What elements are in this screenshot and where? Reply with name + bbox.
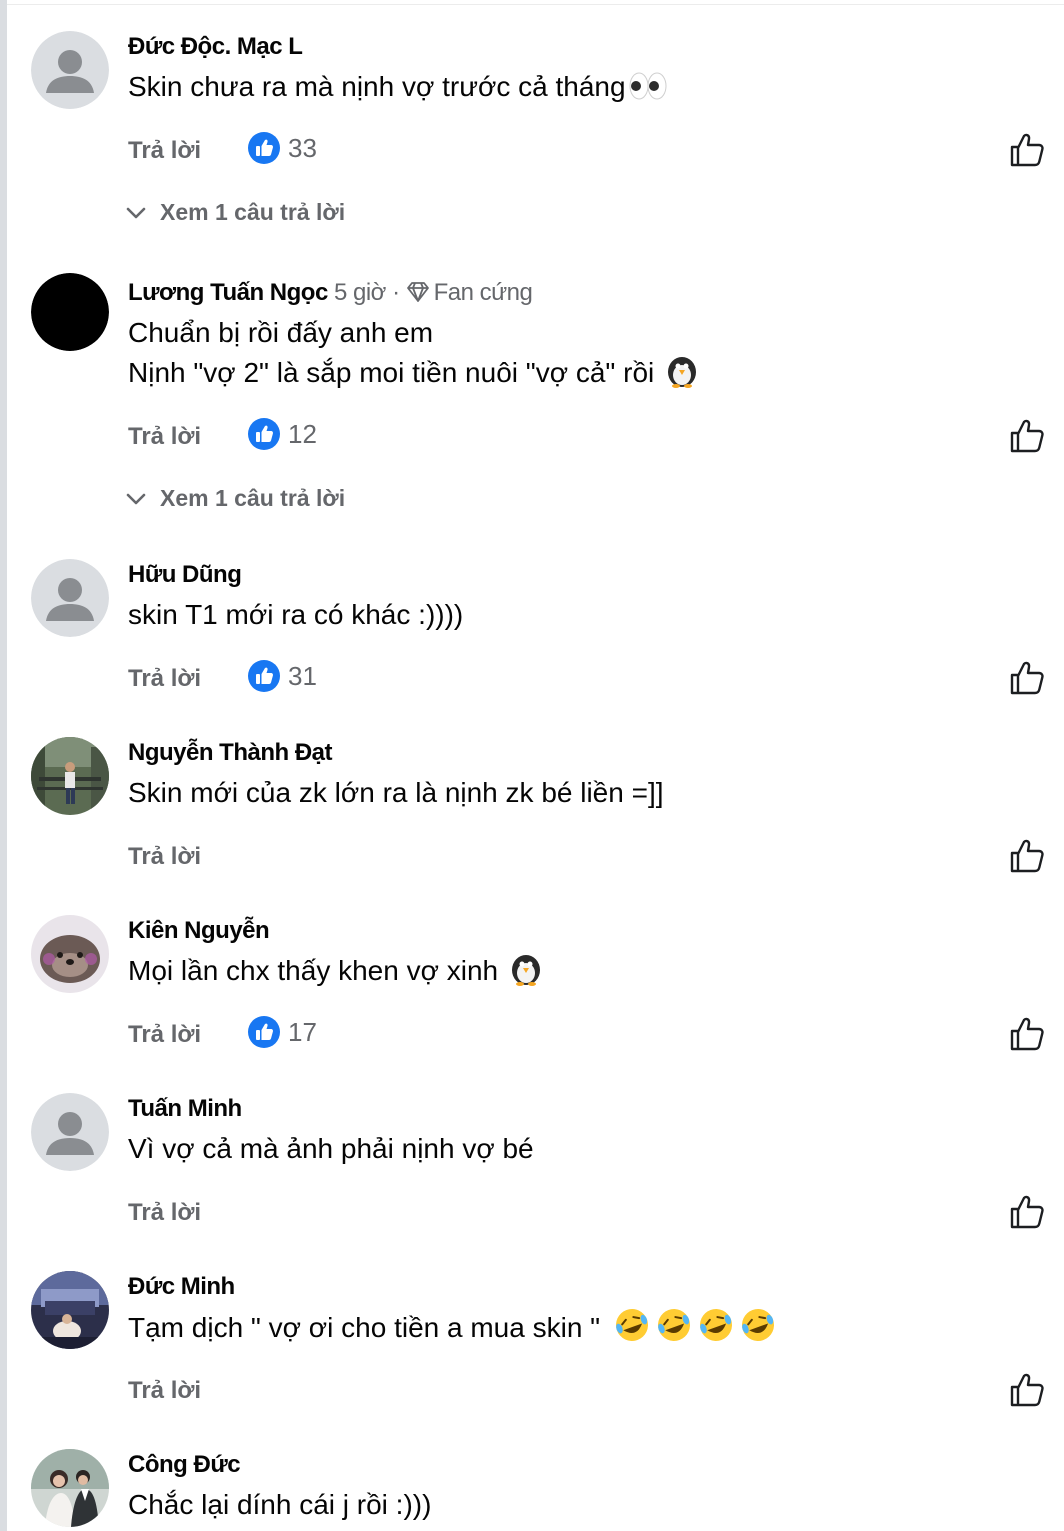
comment-text: Chắc lại dính cái j rồi :))) bbox=[128, 1489, 432, 1520]
comment-item: Công Đức Chắc lại dính cái j rồi :))) bbox=[0, 0, 1064, 1531]
photo-avatar-couple bbox=[31, 1449, 109, 1527]
comment-section: Đức Độc. Mạc L Skin chưa ra mà nịnh vợ t… bbox=[0, 0, 1064, 1531]
avatar[interactable] bbox=[31, 1449, 109, 1527]
commenter-name[interactable]: Công Đức bbox=[128, 1451, 241, 1479]
